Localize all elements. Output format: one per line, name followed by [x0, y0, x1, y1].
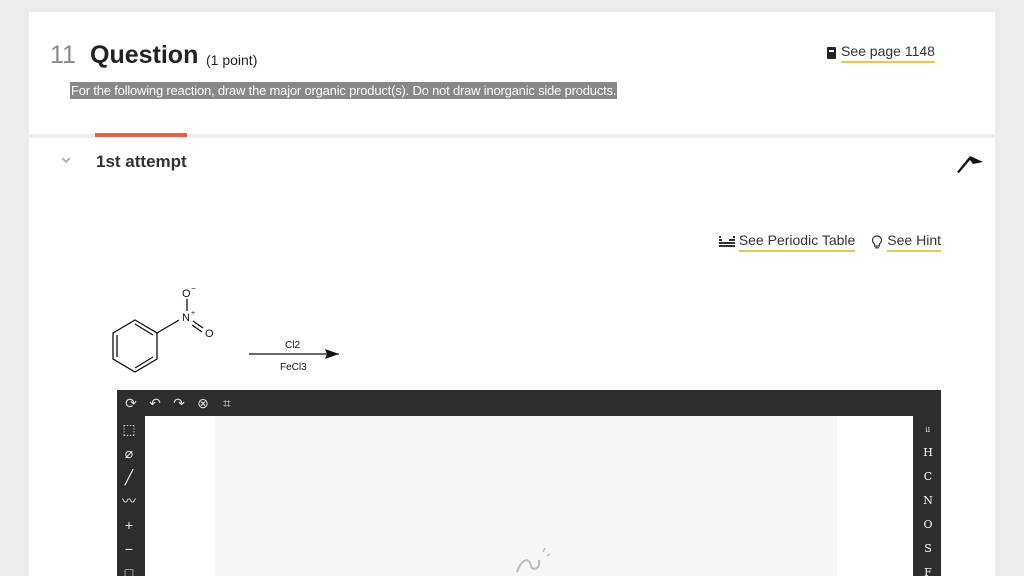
editor-element-toolbar: ᵢₗ H C N O S F — [915, 416, 941, 576]
clear-icon[interactable]: ⟳ — [123, 395, 139, 411]
element-h[interactable]: H — [919, 444, 937, 462]
chain-icon[interactable]: 〰 — [121, 492, 137, 510]
zoom-icon[interactable]: ⊗ — [195, 395, 211, 411]
question-number: 11 — [50, 41, 76, 69]
periodic-table-link[interactable]: See Periodic Table — [718, 232, 856, 252]
reaction-scheme: N + O − O Cl2 FeCl3 — [112, 287, 339, 373]
element-f[interactable]: F — [919, 564, 937, 576]
bond-icon[interactable]: ╱ — [121, 468, 137, 486]
active-tab-indicator — [95, 133, 187, 137]
chevron-down-icon[interactable] — [61, 155, 71, 165]
attempt-row[interactable]: 1st attempt — [29, 148, 995, 178]
question-prompt: For the following reaction, draw the maj… — [70, 82, 618, 99]
select-icon[interactable]: ⬚ — [121, 420, 137, 438]
question-points: (1 point) — [206, 52, 258, 68]
flag-icon[interactable] — [955, 150, 985, 176]
undo-icon[interactable]: ↶ — [147, 395, 163, 411]
charge-plus-icon[interactable]: + — [121, 516, 137, 534]
editor-left-toolbar: ⬚ ⌀ ╱ 〰 + − □ — [117, 416, 141, 576]
editor-toolbar: ⟳ ↶ ↷ ⊗ ⌗ — [117, 390, 941, 416]
structure-editor[interactable]: ⟳ ↶ ↷ ⊗ ⌗ ⬚ ⌀ ╱ 〰 + − □ ᵢₗ H C N O S F — [117, 390, 941, 576]
question-title: Question — [90, 41, 199, 69]
hint-label: See Hint — [887, 232, 941, 252]
reagent-cl2: Cl2 — [285, 340, 300, 351]
editor-drawing-area[interactable] — [215, 416, 837, 576]
lightbulb-icon — [872, 235, 883, 249]
benzene-ring — [112, 319, 158, 373]
reaction-arrow-head — [325, 349, 339, 359]
coordinates-2d-icon[interactable]: ⌗ — [219, 395, 235, 411]
reagent-fecl3: FeCl3 — [280, 362, 307, 373]
periodic-table-icon — [718, 236, 735, 247]
periodic-table-label: See Periodic Table — [738, 232, 856, 252]
nitrogen-charge: + — [191, 310, 195, 317]
nitrogen-label: N — [182, 312, 190, 324]
question-header: 11 Question (1 point) See page 1148 For … — [29, 12, 995, 134]
oxygen-top-label: O — [182, 288, 191, 300]
element-o[interactable]: O — [919, 516, 937, 534]
book-icon — [827, 47, 836, 59]
eraser-icon[interactable]: ⌀ — [121, 444, 137, 462]
ring-icon[interactable]: □ — [121, 564, 137, 576]
see-page-link[interactable]: See page 1148 — [827, 43, 935, 63]
oxygen-right-label: O — [205, 328, 214, 340]
attempt-label: 1st attempt — [96, 152, 187, 171]
charge-minus-icon[interactable]: − — [121, 540, 137, 558]
hint-link[interactable]: See Hint — [871, 232, 941, 252]
redo-icon[interactable]: ↷ — [171, 395, 187, 411]
element-n[interactable]: N — [919, 492, 937, 510]
see-page-label: See page 1148 — [841, 43, 935, 63]
help-links: See Periodic Table See Hint — [718, 232, 941, 252]
loading-icon — [516, 547, 551, 573]
oxygen-charge: − — [191, 287, 196, 293]
element-c[interactable]: C — [919, 468, 937, 486]
question-card: 11 Question (1 point) See page 1148 For … — [29, 12, 995, 576]
element-s[interactable]: S — [919, 540, 937, 558]
cn-bond — [156, 319, 180, 334]
periodic-table-mini-icon[interactable]: ᵢₗ — [919, 420, 937, 438]
editor-canvas[interactable] — [145, 416, 913, 576]
